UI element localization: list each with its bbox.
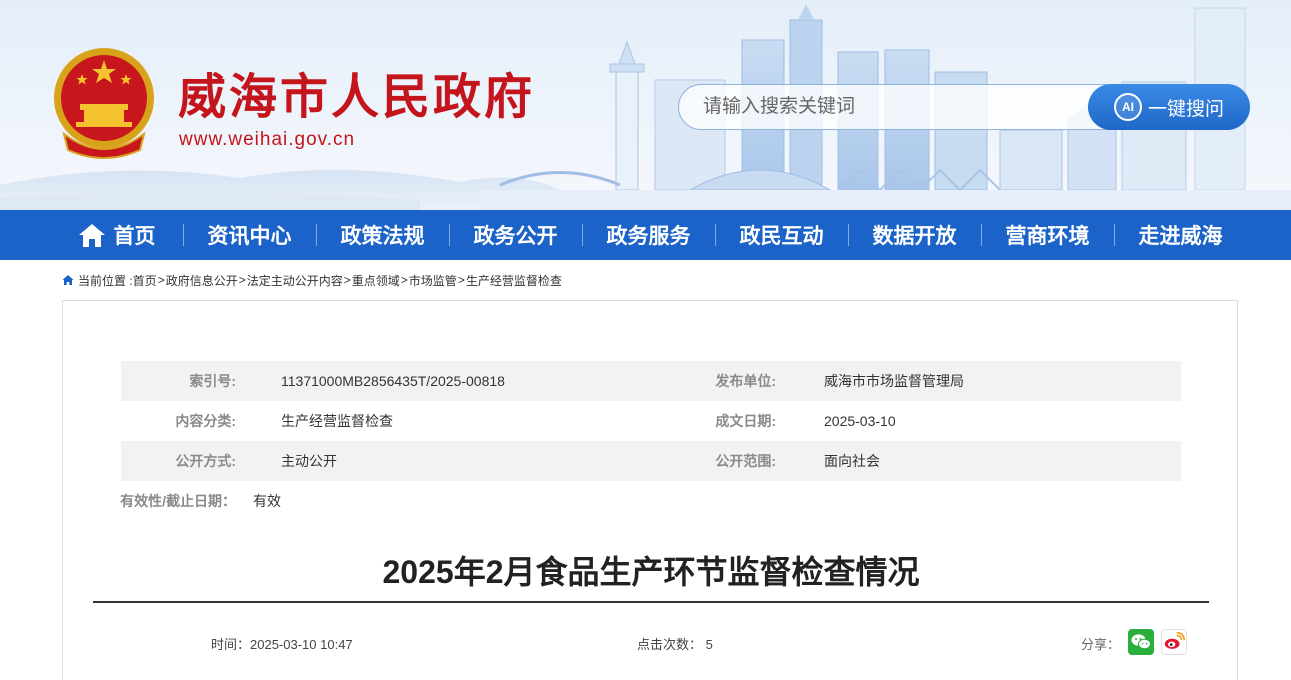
nav-item-news-center[interactable]: 资讯中心	[183, 210, 316, 260]
breadcrumb-separator: >	[238, 273, 246, 287]
share-wechat-button[interactable]	[1128, 629, 1154, 655]
weibo-icon	[1164, 632, 1185, 649]
metadata-row: 索引号: 11371000MB2856435T/2025-00818 发布单位:…	[121, 361, 1181, 401]
nav-item-label: 营商环境	[1005, 225, 1090, 248]
nav-item-label: 政务服务	[606, 225, 691, 248]
wechat-icon	[1131, 634, 1151, 650]
validity-value: 有效	[253, 493, 281, 509]
category-value: 生产经营监督检查	[281, 413, 393, 429]
category-label: 内容分类:	[175, 413, 236, 429]
nav-item-label: 首页	[113, 225, 156, 248]
disclosure-scope-value: 面向社会	[824, 453, 880, 469]
breadcrumb-link-key-areas[interactable]: 重点领域	[352, 272, 400, 289]
nav-item-label: 政民互动	[739, 225, 824, 248]
click-count-value: 5	[705, 637, 713, 652]
publish-time-label: 时间：	[211, 637, 251, 652]
nav-item-policies[interactable]: 政策法规	[316, 210, 449, 260]
publisher-label: 发布单位:	[715, 373, 776, 389]
share-weibo-button[interactable]	[1161, 629, 1187, 655]
metadata-row: 内容分类: 生产经营监督检查 成文日期: 2025-03-10	[121, 401, 1181, 441]
article-container: 索引号: 11371000MB2856435T/2025-00818 发布单位:…	[62, 300, 1238, 680]
nav-item-label: 政策法规	[340, 225, 425, 248]
search-button-label: 一键搜问	[1147, 98, 1224, 120]
breadcrumb-link-inspection[interactable]: 生产经营监督检查	[466, 272, 562, 289]
document-date-label: 成文日期:	[715, 413, 776, 429]
site-header: 威海市人民政府 www.weihai.gov.cn AI 一键搜问	[0, 0, 1291, 210]
nav-item-government-affairs[interactable]: 政务公开	[449, 210, 582, 260]
nav-item-about-weihai[interactable]: 走进威海	[1114, 210, 1247, 260]
article-info-bar: 时间：2025-03-10 10:47 点击次数： 5 分享：	[63, 629, 1239, 655]
breadcrumb-link-statutory-content[interactable]: 法定主动公开内容	[247, 272, 343, 289]
site-url: www.weihai.gov.cn	[179, 129, 356, 150]
breadcrumb-separator: >	[400, 273, 408, 287]
breadcrumb-link-home[interactable]: 首页	[133, 272, 157, 289]
article-title: 2025年2月食品生产环节监督检查情况	[382, 554, 920, 590]
home-icon	[62, 275, 74, 285]
home-icon	[78, 224, 105, 247]
main-nav: 首页 资讯中心 政策法规 政务公开 政务服务 政民互动 数据开放 营商环境 走进…	[0, 210, 1291, 260]
nav-item-open-data[interactable]: 数据开放	[848, 210, 981, 260]
index-number-value: 11371000MB2856435T/2025-00818	[281, 373, 505, 389]
share-label: 分享：	[1081, 637, 1121, 652]
breadcrumb: 当前位置 : 首页 > 政府信息公开 > 法定主动公开内容 > 重点领域 > 市…	[62, 271, 562, 289]
publisher-value: 威海市市场监督管理局	[824, 373, 964, 389]
document-date-value: 2025-03-10	[824, 413, 896, 429]
metadata-row: 有效性/截止日期： 有效	[120, 481, 1181, 521]
publish-time: 时间：2025-03-10 10:47	[211, 634, 353, 653]
search-input[interactable]	[703, 85, 1083, 129]
validity-label: 有效性/截止日期：	[120, 493, 236, 509]
nav-item-label: 走进威海	[1138, 225, 1223, 248]
index-number-label: 索引号:	[189, 373, 236, 389]
metadata-row: 公开方式: 主动公开 公开范围: 面向社会	[121, 441, 1181, 481]
click-count-label: 点击次数：	[637, 637, 703, 652]
disclosure-method-label: 公开方式:	[175, 453, 236, 469]
breadcrumb-separator: >	[343, 273, 351, 287]
breadcrumb-separator: >	[157, 273, 165, 287]
nav-item-label: 资讯中心	[207, 225, 292, 248]
document-metadata-table: 索引号: 11371000MB2856435T/2025-00818 发布单位:…	[120, 361, 1181, 521]
breadcrumb-link-market-supervision[interactable]: 市场监管	[409, 272, 457, 289]
click-count: 点击次数： 5	[637, 634, 713, 653]
publish-time-value: 2025-03-10 10:47	[250, 637, 353, 652]
nav-item-label: 数据开放	[872, 225, 957, 248]
nav-item-label: 政务公开	[473, 225, 558, 248]
nav-item-home[interactable]: 首页	[50, 210, 183, 260]
breadcrumb-separator: >	[457, 273, 465, 287]
nav-item-business-environment[interactable]: 营商环境	[981, 210, 1114, 260]
breadcrumb-link-info-disclosure[interactable]: 政府信息公开	[166, 272, 238, 289]
title-divider	[93, 601, 1209, 603]
ai-search-icon: AI	[1113, 93, 1142, 121]
nav-item-government-services[interactable]: 政务服务	[582, 210, 715, 260]
disclosure-method-value: 主动公开	[281, 453, 337, 469]
search-button[interactable]: AI 一键搜问	[1088, 84, 1250, 130]
nav-item-interaction[interactable]: 政民互动	[715, 210, 848, 260]
disclosure-scope-label: 公开范围:	[715, 453, 776, 469]
breadcrumb-prefix: 当前位置 :	[78, 273, 133, 288]
site-title: 威海市人民政府	[178, 69, 536, 125]
national-emblem-icon	[54, 48, 154, 159]
search-box: AI 一键搜问	[678, 84, 1250, 130]
